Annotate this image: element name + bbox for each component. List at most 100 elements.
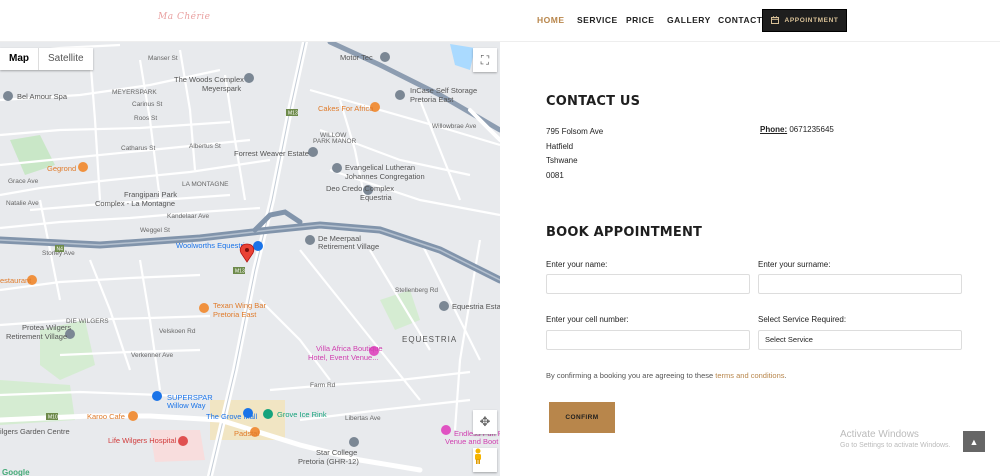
svg-text:Complex - La Montagne: Complex - La Montagne: [95, 199, 175, 208]
site-logo[interactable]: Ma Chérie: [158, 12, 210, 22]
windows-watermark-title: Activate Windows: [840, 429, 919, 440]
svg-text:Kandelaar Ave: Kandelaar Ave: [167, 213, 210, 220]
svg-text:Protea Wilgers: Protea Wilgers: [22, 323, 71, 332]
svg-text:InCase Self Storage: InCase Self Storage: [410, 86, 477, 95]
svg-text:Equestria Estate: Equestria Estate: [452, 302, 500, 311]
terms-note-suffix: .: [784, 371, 787, 380]
svg-text:Catharus St: Catharus St: [121, 145, 156, 152]
nav-home[interactable]: HOME: [537, 15, 565, 25]
name-input[interactable]: [546, 274, 750, 294]
contact-title: CONTACT US: [546, 94, 641, 109]
svg-text:Carinus St: Carinus St: [132, 101, 163, 108]
cell-label: Enter your cell number:: [546, 315, 629, 324]
phone-info: Phone: 0671235645: [760, 125, 834, 134]
svg-text:Johannes Congregation: Johannes Congregation: [345, 172, 425, 181]
svg-text:N4: N4: [57, 247, 64, 253]
address-line: 795 Folsom Ave: [546, 127, 604, 136]
svg-text:Venue and Boot Ca...: Venue and Boot Ca...: [445, 437, 500, 446]
appointment-button[interactable]: APPOINTMENT: [762, 9, 847, 32]
svg-text:Bel Amour Spa: Bel Amour Spa: [17, 92, 68, 101]
nav-service[interactable]: SERVICE: [577, 15, 618, 25]
address-line: Tshwane: [546, 156, 578, 165]
svg-text:Meyerspark: Meyerspark: [202, 84, 241, 93]
nav-gallery[interactable]: GALLERY: [667, 15, 711, 25]
svg-text:Albertus St: Albertus St: [189, 143, 221, 150]
top-navigation-bar: Ma Chérie HOME SERVICE PRICE GALLERY CON…: [0, 0, 1000, 42]
address-line: Hatfield: [546, 141, 574, 151]
svg-text:M10: M10: [48, 415, 58, 421]
svg-text:Retirement Village: Retirement Village: [6, 332, 67, 341]
svg-text:Pretoria (GHR-12): Pretoria (GHR-12): [298, 457, 359, 466]
area-label: LA MONTAGNE: [182, 181, 229, 188]
scroll-to-top-button[interactable]: ▲: [963, 431, 985, 452]
svg-text:Karoo Cafe: Karoo Cafe: [87, 412, 125, 421]
appointment-button-label: APPOINTMENT: [784, 17, 839, 24]
svg-text:Roos St: Roos St: [134, 115, 157, 122]
terms-note: By confirming a booking you are agreeing…: [546, 371, 787, 380]
svg-text:Frangipani Park: Frangipani Park: [124, 190, 177, 199]
svg-text:Willowbrae Ave: Willowbrae Ave: [432, 123, 477, 130]
svg-text:Pretoria East: Pretoria East: [410, 95, 454, 104]
svg-text:Equestria: Equestria: [360, 193, 393, 202]
fullscreen-icon[interactable]: ⛶: [473, 48, 497, 72]
svg-text:Pretoria East: Pretoria East: [213, 310, 257, 319]
nav-contact[interactable]: CONTACT: [718, 15, 762, 25]
address-line: 0081: [546, 170, 564, 180]
service-select[interactable]: Select Service: [758, 330, 962, 350]
svg-text:Forrest Weaver Estate: Forrest Weaver Estate: [234, 149, 309, 158]
svg-text:Manser St: Manser St: [148, 55, 178, 62]
google-map[interactable]: MEYERSPARK LA MONTAGNE WILLOW PARK MANOR…: [0, 42, 500, 476]
pegman-icon[interactable]: [473, 448, 497, 472]
svg-text:Willow Way: Willow Way: [167, 401, 206, 410]
svg-text:Verkenner Ave: Verkenner Ave: [131, 352, 174, 359]
svg-text:M13: M13: [288, 111, 298, 117]
svg-text:The Woods Complex: The Woods Complex: [174, 75, 244, 84]
svg-text:Evangelical Lutheran: Evangelical Lutheran: [345, 163, 415, 172]
svg-text:Natalie Ave: Natalie Ave: [6, 200, 39, 207]
map-type-map-button[interactable]: Map: [0, 48, 38, 70]
phone-label: Phone:: [760, 125, 788, 134]
camera-control-icon[interactable]: ✥: [473, 410, 497, 434]
svg-text:Libertas Ave: Libertas Ave: [345, 415, 381, 422]
svg-text:Farm Rd: Farm Rd: [310, 382, 336, 389]
area-label: DIE WILGERS: [66, 318, 109, 325]
svg-text:Deo Credo Complex: Deo Credo Complex: [326, 184, 394, 193]
svg-text:Grove Ice Rink: Grove Ice Rink: [277, 410, 327, 419]
svg-text:Woolworths Equestria: Woolworths Equestria: [176, 241, 250, 250]
svg-text:Motor Tec: Motor Tec: [340, 53, 373, 62]
svg-text:Velskoen Rd: Velskoen Rd: [159, 328, 196, 335]
svg-text:Retirement Village: Retirement Village: [318, 242, 379, 251]
svg-text:Villa Africa Boutique: Villa Africa Boutique: [316, 344, 383, 353]
svg-text:Gegrond: Gegrond: [47, 164, 76, 173]
svg-text:Weggel St: Weggel St: [140, 227, 170, 234]
address-block: 795 Folsom Ave Hatfield Tshwane 0081: [546, 125, 603, 183]
svg-text:Stellenberg Rd: Stellenberg Rd: [395, 287, 438, 294]
surname-input[interactable]: [758, 274, 962, 294]
map-type-satellite-button[interactable]: Satellite: [38, 48, 93, 70]
svg-text:M13: M13: [235, 269, 245, 275]
terms-note-text: By confirming a booking you are agreeing…: [546, 371, 714, 380]
area-label: EQUESTRIA: [402, 335, 457, 344]
confirm-button[interactable]: CONFIRM: [549, 402, 615, 433]
nav-price[interactable]: PRICE: [626, 15, 654, 25]
svg-text:Padstal: Padstal: [234, 429, 259, 438]
svg-text:estaurant: estaurant: [0, 276, 32, 285]
svg-text:Texan Wing Bar: Texan Wing Bar: [213, 301, 266, 310]
phone-number[interactable]: 0671235645: [789, 125, 834, 134]
service-label: Select Service Required:: [758, 315, 847, 324]
cell-input[interactable]: [546, 330, 750, 350]
area-label: PARK MANOR: [313, 138, 357, 145]
chevron-up-icon: ▲: [969, 436, 979, 447]
surname-label: Enter your surname:: [758, 260, 831, 269]
svg-text:Hotel, Event Venue...: Hotel, Event Venue...: [308, 353, 378, 362]
svg-text:The Grove Mall: The Grove Mall: [206, 412, 258, 421]
windows-watermark-subtitle: Go to Settings to activate Windows.: [840, 442, 951, 449]
google-logo[interactable]: Google: [2, 468, 30, 476]
calendar-icon: [770, 15, 779, 26]
map-canvas[interactable]: MEYERSPARK LA MONTAGNE WILLOW PARK MANOR…: [0, 42, 500, 476]
area-label: MEYERSPARK: [112, 89, 157, 96]
terms-link[interactable]: terms and conditions: [715, 371, 784, 380]
svg-text:Cakes For Africa: Cakes For Africa: [318, 104, 374, 113]
svg-text:Life Wilgers Hospital: Life Wilgers Hospital: [108, 436, 177, 445]
name-label: Enter your name:: [546, 260, 608, 269]
